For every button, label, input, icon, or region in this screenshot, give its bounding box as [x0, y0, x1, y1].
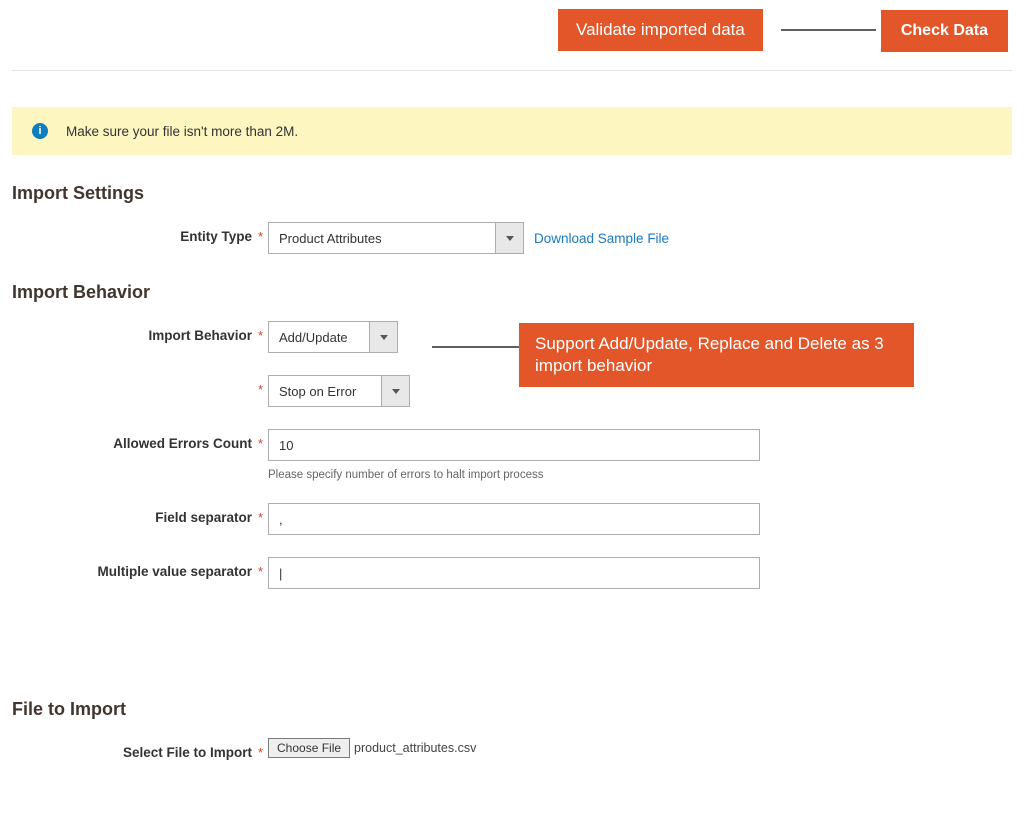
info-icon: i — [32, 123, 48, 139]
behavior-callout: Support Add/Update, Replace and Delete a… — [519, 323, 914, 387]
required-asterisk: * — [258, 429, 268, 451]
entity-type-row: Entity Type * Product Attributes Downloa… — [0, 222, 1024, 254]
required-asterisk: * — [258, 557, 268, 579]
required-asterisk: * — [258, 503, 268, 525]
import-behavior-select[interactable]: Add/Update — [268, 321, 398, 353]
required-asterisk: * — [258, 738, 268, 760]
select-file-label: Select File to Import — [0, 738, 258, 760]
required-asterisk: * — [258, 222, 268, 244]
callout-connector-mid — [432, 346, 519, 348]
import-behavior-title: Import Behavior — [12, 282, 1012, 303]
import-behavior-value: Add/Update — [269, 322, 369, 352]
top-action-bar: Check Data — [0, 0, 1024, 70]
multi-separator-row: Multiple value separator * — [0, 557, 1024, 589]
chevron-down-icon — [381, 376, 409, 406]
error-strategy-value: Stop on Error — [269, 376, 381, 406]
import-settings-title: Import Settings — [12, 183, 1012, 204]
error-strategy-select[interactable]: Stop on Error — [268, 375, 410, 407]
select-file-row: Select File to Import * Choose File prod… — [0, 738, 1024, 770]
notice-text: Make sure your file isn't more than 2M. — [66, 124, 298, 139]
chevron-down-icon — [369, 322, 397, 352]
download-sample-link[interactable]: Download Sample File — [534, 231, 669, 246]
required-asterisk: * — [258, 375, 268, 397]
field-separator-row: Field separator * — [0, 503, 1024, 535]
field-separator-input[interactable] — [268, 503, 760, 535]
check-data-button[interactable]: Check Data — [881, 10, 1008, 52]
allowed-errors-input[interactable] — [268, 429, 760, 461]
validate-data-callout: Validate imported data — [558, 9, 763, 51]
allowed-errors-label: Allowed Errors Count — [0, 429, 258, 451]
multi-separator-input[interactable] — [268, 557, 760, 589]
allowed-errors-row: Allowed Errors Count * Please specify nu… — [0, 429, 1024, 481]
file-to-import-title: File to Import — [12, 699, 1012, 720]
entity-type-label: Entity Type — [0, 222, 258, 244]
allowed-errors-hint: Please specify number of errors to halt … — [268, 469, 760, 481]
field-separator-label: Field separator — [0, 503, 258, 525]
entity-type-select[interactable]: Product Attributes — [268, 222, 524, 254]
import-behavior-label: Import Behavior — [0, 321, 258, 343]
callout-connector-top — [781, 29, 876, 31]
error-strategy-label — [0, 375, 258, 382]
file-size-notice: i Make sure your file isn't more than 2M… — [12, 107, 1012, 155]
chevron-down-icon — [495, 223, 523, 253]
entity-type-value: Product Attributes — [269, 223, 495, 253]
multi-separator-label: Multiple value separator — [0, 557, 258, 579]
header-divider — [12, 70, 1012, 71]
choose-file-button[interactable]: Choose File — [268, 738, 350, 758]
required-asterisk: * — [258, 321, 268, 343]
selected-filename: product_attributes.csv — [354, 741, 476, 755]
